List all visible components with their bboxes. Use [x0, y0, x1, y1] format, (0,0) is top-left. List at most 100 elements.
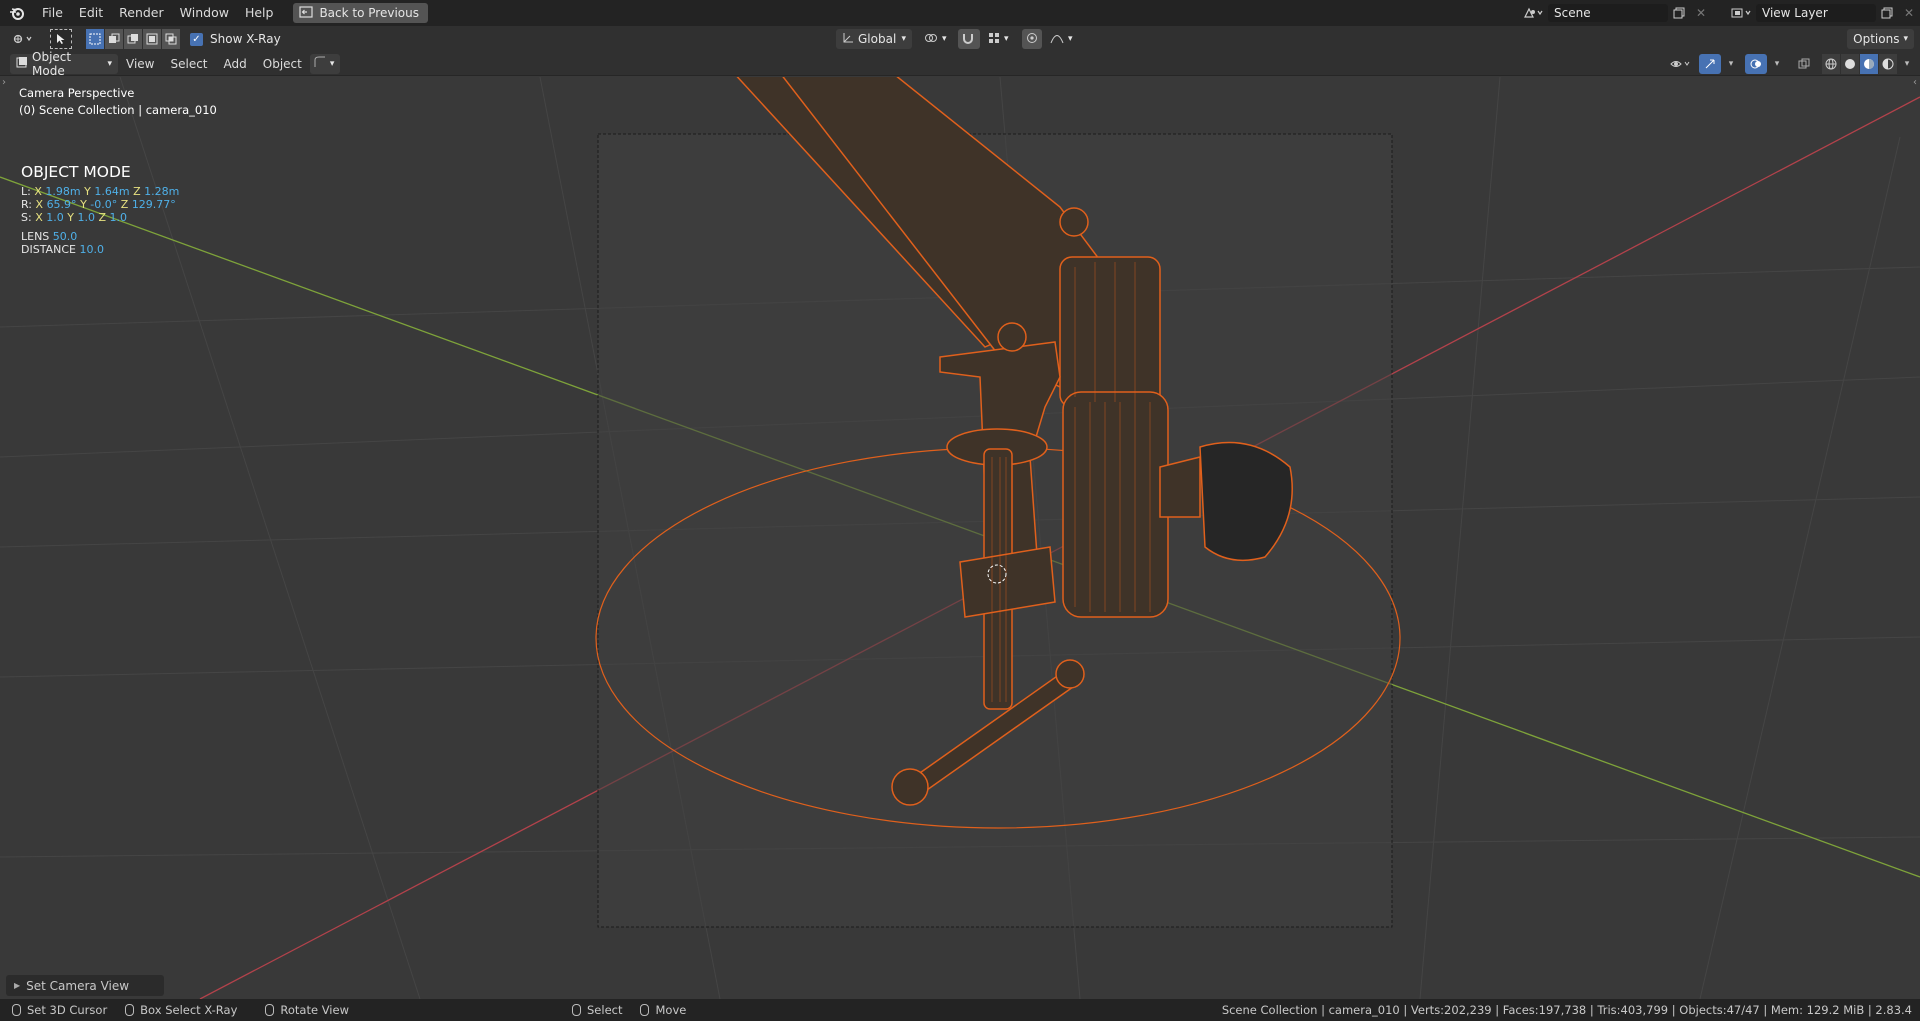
show-xray-label: Show X-Ray [210, 32, 281, 46]
delete-view-layer-icon[interactable]: ✕ [1898, 3, 1920, 23]
status-hint-label: Move [655, 1003, 687, 1017]
view-layer-value: View Layer [1762, 6, 1828, 20]
magnet-icon [962, 32, 974, 47]
axis-label: Y [80, 198, 87, 211]
chevron-down-icon: ▾ [1068, 34, 1073, 44]
axis-label: Z [98, 211, 107, 224]
menu-view[interactable]: View [118, 52, 162, 76]
tool-settings-bar: ✓ Show X-Ray Global ▾ ▾ ▾ ▾ Options ▾ [0, 26, 1920, 52]
menu-add[interactable]: Add [216, 52, 255, 76]
axis-label: X [35, 211, 43, 224]
scale-line: S: X 1.0 Y 1.0 Z 1.0 [21, 211, 179, 224]
location-prefix: L: [21, 185, 31, 198]
rotation-prefix: R: [21, 198, 33, 211]
interaction-mode-value: Object Mode [32, 49, 72, 78]
curve-icon [314, 56, 326, 71]
axis-label: Z [120, 198, 129, 211]
snap-element-dropdown[interactable]: ▾ [986, 29, 1016, 49]
chevron-down-icon: ▾ [329, 58, 335, 69]
transform-orientation-dropdown[interactable]: Global ▾ [836, 29, 912, 49]
new-view-layer-icon[interactable] [1876, 3, 1898, 23]
lens-value: 50.0 [52, 230, 78, 243]
chevron-down-icon: ▾ [1004, 34, 1009, 44]
scene-statistics: Scene Collection | camera_010 | Verts:20… [1221, 1003, 1912, 1017]
menu-edit[interactable]: Edit [71, 0, 111, 26]
menu-help[interactable]: Help [237, 0, 282, 26]
last-operator-panel[interactable]: ▶ Set Camera View [6, 975, 164, 996]
select-tool-icon[interactable] [50, 29, 72, 49]
select-difference-icon[interactable] [143, 29, 161, 49]
3d-viewport[interactable]: Camera Perspective (0) Scene Collection … [0, 77, 1920, 999]
solid-shading-icon[interactable] [1841, 54, 1859, 74]
right-sidebar-toggle-icon[interactable]: ‹ [1913, 77, 1917, 88]
mouse-left-icon [12, 1004, 21, 1016]
lens-label: LENS [21, 230, 50, 243]
overlays-dropdown-icon[interactable]: ▾ [1770, 54, 1784, 74]
snap-increment-icon [988, 32, 1000, 47]
top-bar: File Edit Render Window Help Back to Pre… [0, 0, 1920, 26]
menu-window[interactable]: Window [172, 0, 237, 26]
new-scene-icon[interactable] [1668, 3, 1690, 23]
chevron-down-icon: ▾ [1903, 34, 1908, 44]
gizmo-toggle-icon[interactable] [1699, 54, 1721, 74]
menu-select[interactable]: Select [162, 52, 215, 76]
axis-label: X [34, 185, 42, 198]
location-x: 1.98m [45, 185, 81, 198]
select-subtract-icon[interactable] [124, 29, 142, 49]
gizmo-dropdown-icon[interactable]: ▾ [1724, 54, 1738, 74]
select-extend-icon[interactable] [105, 29, 123, 49]
menu-render[interactable]: Render [111, 0, 172, 26]
proportional-falloff-dropdown[interactable]: ▾ [1048, 29, 1078, 49]
menu-object[interactable]: Object [255, 52, 310, 76]
viewport-header: Object Mode ▾ View Select Add Object ▾ ▾… [0, 50, 1920, 78]
back-to-previous-button[interactable]: Back to Previous [293, 3, 428, 23]
axis-label: Y [84, 185, 91, 198]
proportional-editing-toggle[interactable] [1022, 29, 1042, 49]
snap-toggle[interactable] [958, 29, 980, 49]
distance-line: DISTANCE 10.0 [21, 243, 179, 256]
menu-file[interactable]: File [34, 0, 71, 26]
chevron-down-icon: ▾ [107, 58, 112, 69]
left-toolbar-toggle-icon[interactable]: › [2, 77, 6, 88]
rendered-shading-icon[interactable] [1879, 54, 1897, 74]
pivot-point-icon [924, 32, 938, 47]
gizmo-shape-dropdown[interactable]: ▾ [309, 53, 340, 74]
interaction-mode-dropdown[interactable]: Object Mode ▾ [10, 50, 118, 78]
transform-readout: L: X 1.98m Y 1.64m Z 1.28m R: X 65.9° Y … [21, 185, 179, 256]
show-xray-checkbox[interactable]: ✓ [190, 32, 203, 46]
axis-label: Z [133, 185, 141, 198]
scale-x: 1.0 [46, 211, 64, 224]
editor-type-icon[interactable] [6, 29, 40, 49]
collection-label: (0) Scene Collection | camera_010 [19, 103, 217, 117]
view-layer-selector-icon[interactable] [1726, 3, 1756, 23]
falloff-curve-icon [1050, 32, 1064, 47]
wireframe-shading-icon[interactable] [1822, 54, 1840, 74]
disclosure-triangle-icon: ▶ [14, 981, 21, 990]
pivot-point-dropdown[interactable]: ▾ [918, 29, 952, 49]
select-intersect-icon[interactable] [162, 29, 180, 49]
delete-scene-icon[interactable]: ✕ [1690, 3, 1712, 23]
scene-name-field[interactable]: Scene [1548, 4, 1668, 22]
viewport-scene [0, 77, 1920, 999]
rotation-y: -0.0° [90, 198, 118, 211]
mouse-right-icon [572, 1004, 581, 1016]
perspective-label: Camera Perspective [19, 86, 135, 100]
visibility-icon[interactable] [1666, 54, 1696, 74]
distance-value: 10.0 [79, 243, 104, 256]
overlays-toggle-icon[interactable] [1745, 54, 1767, 74]
transform-orientation-value: Global [858, 32, 897, 46]
scale-z: 1.0 [109, 211, 128, 224]
material-preview-icon[interactable] [1860, 54, 1878, 74]
view-layer-field[interactable]: View Layer [1756, 4, 1876, 22]
select-new-icon[interactable] [86, 29, 104, 49]
scene-selector-icon[interactable] [1518, 3, 1548, 23]
object-mode-icon [16, 56, 28, 71]
options-dropdown[interactable]: Options ▾ [1847, 29, 1914, 49]
axis-label: Y [67, 211, 74, 224]
blender-logo-icon[interactable] [0, 0, 34, 26]
shading-options-dropdown-icon[interactable]: ▾ [1900, 54, 1914, 74]
chevron-down-icon: ▾ [942, 34, 947, 44]
xray-toggle-icon[interactable] [1793, 54, 1815, 74]
status-hint-label: Box Select X-Ray [140, 1003, 238, 1017]
last-operator-label: Set Camera View [26, 978, 130, 993]
